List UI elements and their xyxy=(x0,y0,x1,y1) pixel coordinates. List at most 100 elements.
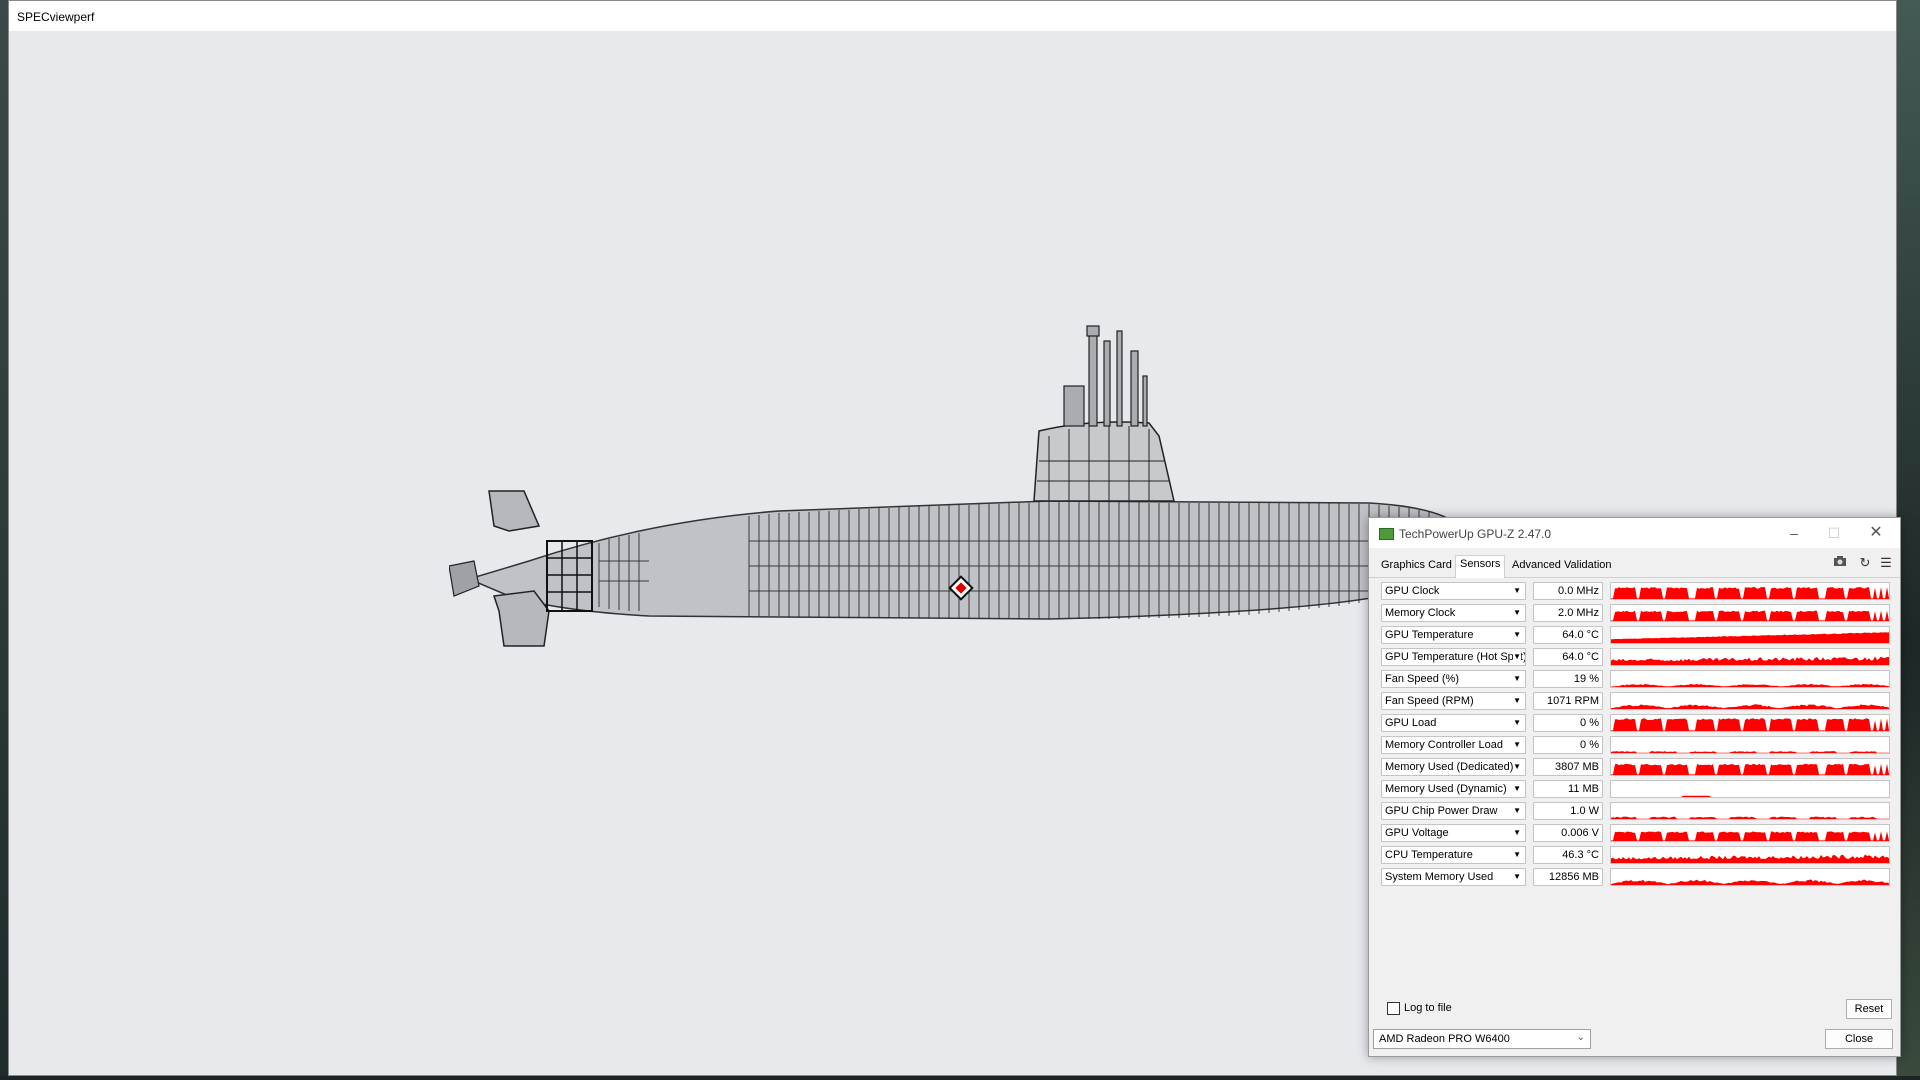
tab-advanced[interactable]: Advanced xyxy=(1508,557,1565,573)
sensor-name-label: Fan Speed (RPM) xyxy=(1385,695,1474,707)
sensor-value: 64.0 °C xyxy=(1533,626,1603,644)
gpuz-titlebar[interactable]: TechPowerUp GPU-Z 2.47.0 – ☐ ✕ xyxy=(1369,518,1900,548)
sensor-name-label: Memory Used (Dedicated) xyxy=(1385,761,1514,773)
dropdown-arrow-icon: ▼ xyxy=(1513,718,1521,727)
sensor-name-dropdown[interactable]: Fan Speed (RPM) ▼ xyxy=(1381,692,1526,710)
sensor-name-dropdown[interactable]: Memory Used (Dedicated) ▼ xyxy=(1381,758,1526,776)
sensor-value: 0 % xyxy=(1533,714,1603,732)
sensor-graph xyxy=(1610,714,1890,732)
sensor-graph xyxy=(1610,670,1890,688)
sensor-row: CPU Temperature ▼ 46.3 °C xyxy=(1381,844,1897,866)
submarine-model xyxy=(449,325,1460,647)
sensor-value: 12856 MB xyxy=(1533,868,1603,886)
sensor-name-dropdown[interactable]: GPU Temperature ▼ xyxy=(1381,626,1526,644)
menu-icon[interactable]: ☰ xyxy=(1877,554,1895,572)
sensor-name-label: GPU Temperature xyxy=(1385,629,1474,641)
log-to-file-label: Log to file xyxy=(1404,1002,1452,1014)
window-title: SPECviewperf xyxy=(17,10,95,24)
sensor-value: 1071 RPM xyxy=(1533,692,1603,710)
sensor-value: 3807 MB xyxy=(1533,758,1603,776)
sensor-row: Memory Clock ▼ 2.0 MHz xyxy=(1381,602,1897,624)
sensor-row: Memory Controller Load ▼ 0 % xyxy=(1381,734,1897,756)
sensor-name-label: GPU Load xyxy=(1385,717,1437,729)
sensor-name-dropdown[interactable]: CPU Temperature ▼ xyxy=(1381,846,1526,864)
sensor-value: 64.0 °C xyxy=(1533,648,1603,666)
desktop-bottom-edge xyxy=(0,1076,1920,1080)
sensor-name-label: Memory Clock xyxy=(1385,607,1456,619)
sensor-name-dropdown[interactable]: GPU Load ▼ xyxy=(1381,714,1526,732)
sensor-graph xyxy=(1610,604,1890,622)
sensor-name-dropdown[interactable]: Memory Clock ▼ xyxy=(1381,604,1526,622)
dropdown-arrow-icon: ▼ xyxy=(1513,696,1521,705)
sensor-value: 0.0 MHz xyxy=(1533,582,1603,600)
sensor-name-dropdown[interactable]: Fan Speed (%) ▼ xyxy=(1381,670,1526,688)
sensor-graph xyxy=(1610,824,1890,842)
sensor-graph xyxy=(1610,802,1890,820)
sensor-name-label: Memory Used (Dynamic) xyxy=(1385,783,1507,795)
dropdown-arrow-icon: ▼ xyxy=(1513,828,1521,837)
dropdown-arrow-icon: ▼ xyxy=(1513,586,1521,595)
gpuz-tabbar: Graphics Card Sensors Advanced Validatio… xyxy=(1369,551,1900,578)
dropdown-arrow-icon: ▼ xyxy=(1513,652,1521,661)
sensor-row: GPU Load ▼ 0 % xyxy=(1381,712,1897,734)
sensor-graph xyxy=(1610,648,1890,666)
gpuz-window-title: TechPowerUp GPU-Z 2.47.0 xyxy=(1399,527,1552,541)
gpu-select-dropdown[interactable]: AMD Radeon PRO W6400 ⌄ xyxy=(1373,1029,1591,1049)
sensor-name-label: Memory Controller Load xyxy=(1385,739,1503,751)
sensor-name-label: CPU Temperature xyxy=(1385,849,1473,861)
gpu-select-value: AMD Radeon PRO W6400 xyxy=(1379,1033,1510,1045)
chevron-down-icon: ⌄ xyxy=(1576,1032,1585,1043)
maximize-button[interactable]: ☐ xyxy=(1814,522,1854,544)
sensor-value: 19 % xyxy=(1533,670,1603,688)
log-to-file-checkbox[interactable] xyxy=(1387,1002,1400,1015)
sensor-row: Memory Used (Dedicated) ▼ 3807 MB xyxy=(1381,756,1897,778)
dropdown-arrow-icon: ▼ xyxy=(1513,784,1521,793)
sensor-name-dropdown[interactable]: GPU Temperature (Hot Spot) ▼ xyxy=(1381,648,1526,666)
sensor-name-label: Fan Speed (%) xyxy=(1385,673,1459,685)
close-button[interactable]: Close xyxy=(1825,1029,1893,1049)
camera-icon[interactable] xyxy=(1831,554,1849,572)
sensor-value: 11 MB xyxy=(1533,780,1603,798)
tab-sensors[interactable]: Sensors xyxy=(1455,555,1506,578)
sensor-name-label: GPU Chip Power Draw xyxy=(1385,805,1498,817)
dropdown-arrow-icon: ▼ xyxy=(1513,806,1521,815)
sensor-name-dropdown[interactable]: Memory Used (Dynamic) ▼ xyxy=(1381,780,1526,798)
specviewperf-titlebar[interactable]: SPECviewperf xyxy=(9,1,1896,32)
gpuz-app-icon xyxy=(1379,528,1394,540)
minimize-button[interactable]: – xyxy=(1774,522,1814,544)
sensor-row: GPU Temperature (Hot Spot) ▼ 64.0 °C xyxy=(1381,646,1897,668)
sensor-name-label: System Memory Used xyxy=(1385,871,1494,883)
dropdown-arrow-icon: ▼ xyxy=(1513,762,1521,771)
dropdown-arrow-icon: ▼ xyxy=(1513,872,1521,881)
sensor-row: GPU Clock ▼ 0.0 MHz xyxy=(1381,580,1897,602)
sensor-value: 1.0 W xyxy=(1533,802,1603,820)
sensor-name-dropdown[interactable]: GPU Clock ▼ xyxy=(1381,582,1526,600)
close-window-button[interactable]: ✕ xyxy=(1856,522,1896,544)
sensor-graph xyxy=(1610,582,1890,600)
tab-graphics-card[interactable]: Graphics Card xyxy=(1377,557,1456,573)
sensor-value: 46.3 °C xyxy=(1533,846,1603,864)
sensor-row: System Memory Used ▼ 12856 MB xyxy=(1381,866,1897,888)
refresh-icon[interactable]: ↻ xyxy=(1856,554,1874,572)
dropdown-arrow-icon: ▼ xyxy=(1513,850,1521,859)
sensor-value: 2.0 MHz xyxy=(1533,604,1603,622)
sensor-name-dropdown[interactable]: System Memory Used ▼ xyxy=(1381,868,1526,886)
sensor-row: GPU Temperature ▼ 64.0 °C xyxy=(1381,624,1897,646)
tab-validation[interactable]: Validation xyxy=(1560,557,1616,573)
sensor-name-dropdown[interactable]: GPU Voltage ▼ xyxy=(1381,824,1526,842)
sensor-name-dropdown[interactable]: GPU Chip Power Draw ▼ xyxy=(1381,802,1526,820)
sensor-name-label: GPU Voltage xyxy=(1385,827,1449,839)
dropdown-arrow-icon: ▼ xyxy=(1513,740,1521,749)
reset-button[interactable]: Reset xyxy=(1846,999,1892,1019)
sensor-graph xyxy=(1610,692,1890,710)
sensor-name-label: GPU Clock xyxy=(1385,585,1440,597)
sensor-row: Fan Speed (RPM) ▼ 1071 RPM xyxy=(1381,690,1897,712)
sensor-value: 0 % xyxy=(1533,736,1603,754)
dropdown-arrow-icon: ▼ xyxy=(1513,608,1521,617)
dropdown-arrow-icon: ▼ xyxy=(1513,674,1521,683)
sensor-row: Fan Speed (%) ▼ 19 % xyxy=(1381,668,1897,690)
sensor-value: 0.006 V xyxy=(1533,824,1603,842)
sensor-name-dropdown[interactable]: Memory Controller Load ▼ xyxy=(1381,736,1526,754)
sensor-row: GPU Chip Power Draw ▼ 1.0 W xyxy=(1381,800,1897,822)
sensor-graph xyxy=(1610,780,1890,798)
